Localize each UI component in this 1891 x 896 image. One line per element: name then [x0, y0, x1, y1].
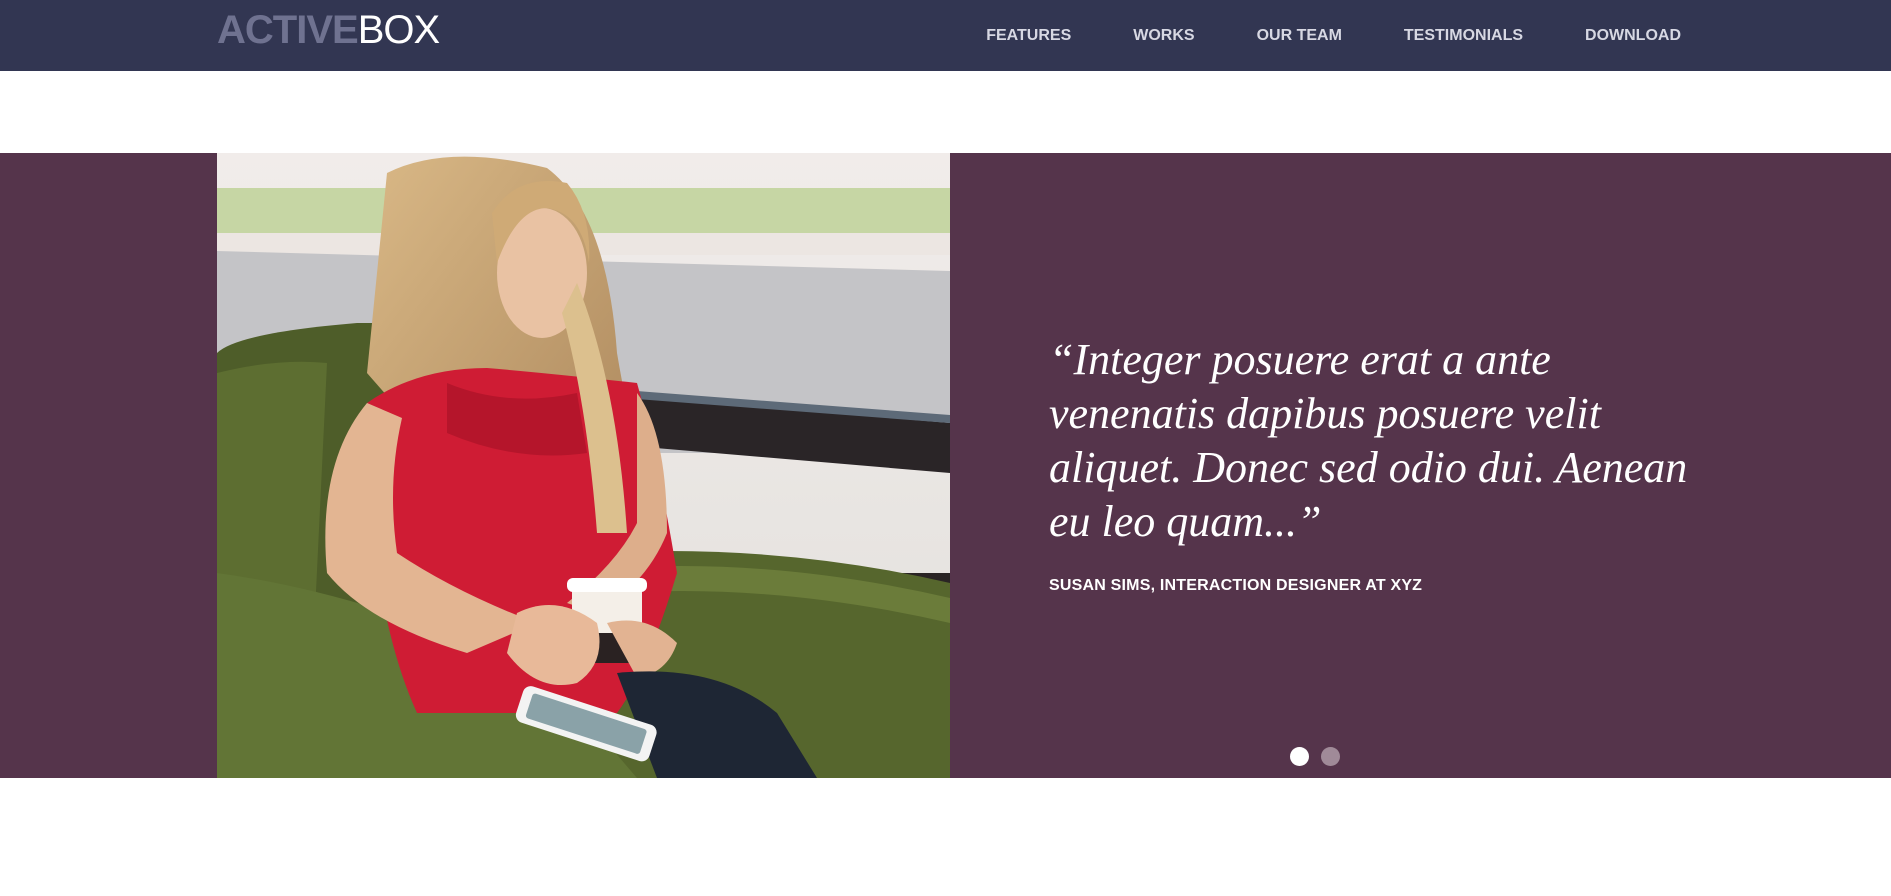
testimonial-photo [217, 153, 950, 778]
nav-link-testimonials[interactable]: TESTIMONIALS [1404, 27, 1523, 45]
navbar: ACTIVEBOX FEATURES WORKS OUR TEAM TESTIM… [0, 0, 1891, 71]
testimonial-section: “Integer posuere erat a ante venenatis d… [0, 153, 1891, 778]
carousel-dot-2[interactable] [1321, 747, 1340, 766]
main-nav: FEATURES WORKS OUR TEAM TESTIMONIALS DOW… [924, 0, 1681, 71]
testimonial-quote-block: “Integer posuere erat a ante venenatis d… [1049, 333, 1699, 595]
testimonial-quote: “Integer posuere erat a ante venenatis d… [1049, 335, 1688, 546]
nav-link-works[interactable]: WORKS [1133, 27, 1194, 45]
carousel-dot-1[interactable] [1290, 747, 1309, 766]
logo-box-text: BOX [357, 8, 440, 52]
carousel-dots [1290, 747, 1340, 766]
nav-link-features[interactable]: FEATURES [986, 27, 1071, 45]
nav-link-our-team[interactable]: OUR TEAM [1257, 27, 1342, 45]
logo-active-text: ACTIVE [217, 8, 359, 52]
nav-link-download[interactable]: DOWNLOAD [1585, 27, 1681, 45]
testimonial-author: SUSAN SIMS, INTERACTION DESIGNER AT XYZ [1049, 577, 1423, 594]
brand-logo[interactable]: ACTIVEBOX [217, 8, 440, 52]
